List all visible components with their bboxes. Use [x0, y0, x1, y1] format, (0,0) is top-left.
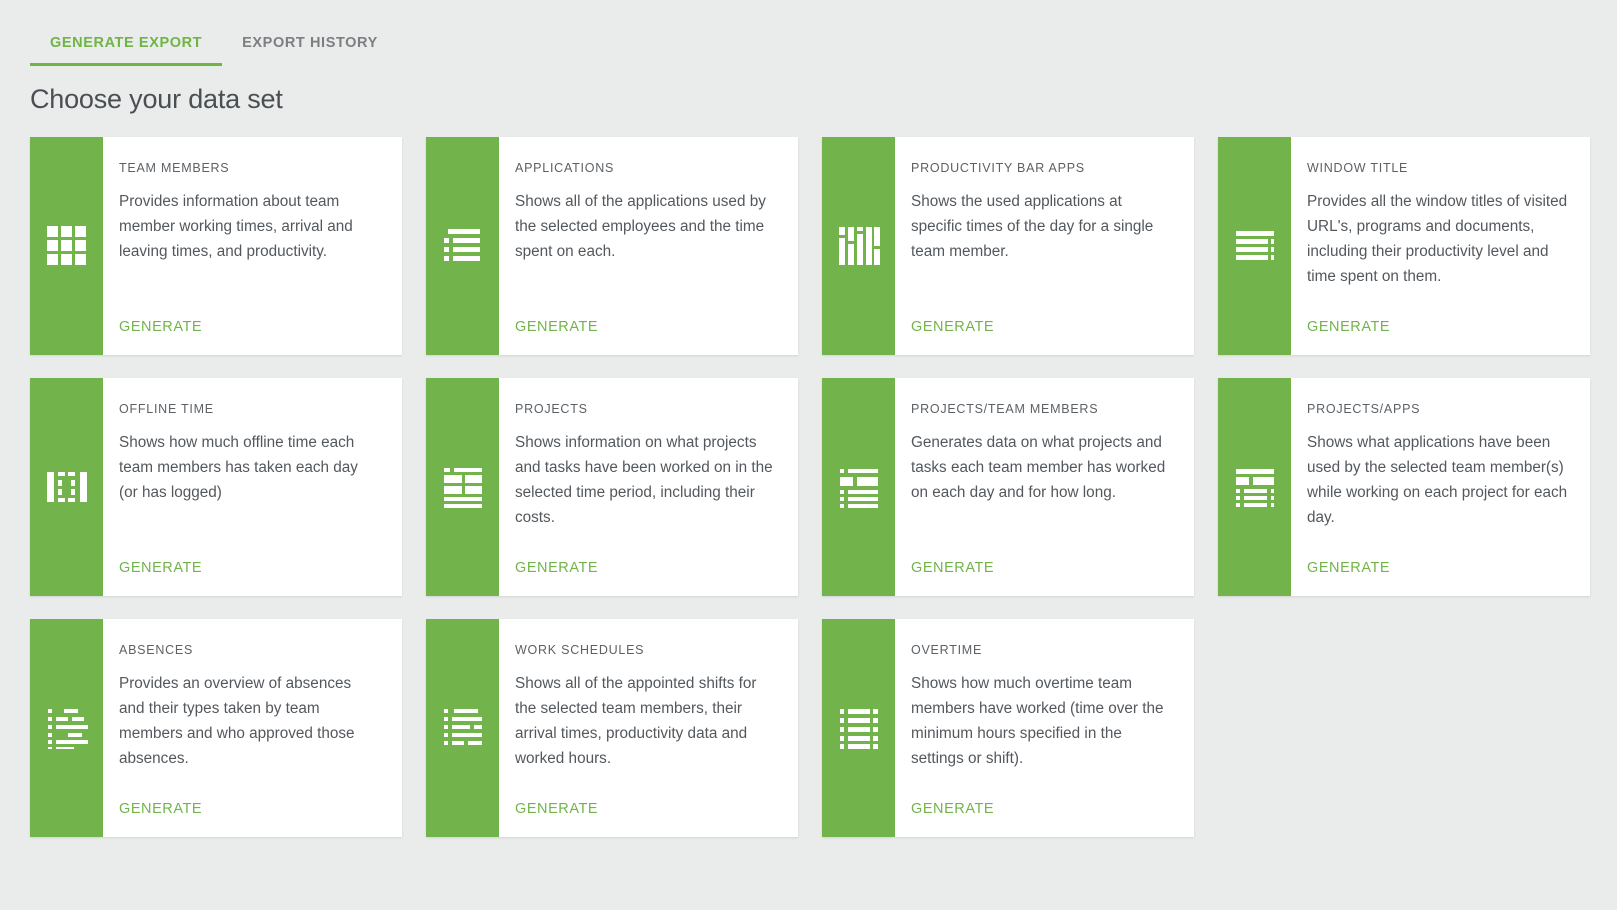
data-set-card-applications[interactable]: APPLICATIONS Shows all of the applicatio… [426, 137, 798, 355]
card-title: ABSENCES [119, 643, 194, 657]
data-set-card-grid: TEAM MEMBERS Provides information about … [30, 137, 1590, 837]
generate-button[interactable]: GENERATE [515, 801, 598, 837]
data-set-card-offline-time[interactable]: OFFLINE TIME Shows how much offline time… [30, 378, 402, 596]
card-body: PROJECTS/TEAM MEMBERS Generates data on … [895, 378, 1194, 596]
data-set-card-projects-team-members[interactable]: PROJECTS/TEAM MEMBERS Generates data on … [822, 378, 1194, 596]
card-description: Shows the used applications at specific … [911, 193, 1154, 260]
stacked-lines-icon [1234, 225, 1276, 267]
tab-bar: GENERATE EXPORT EXPORT HISTORY [0, 0, 1617, 66]
grid-3x3-icon [46, 225, 88, 267]
card-body: PROJECTS/APPS Shows what applications ha… [1291, 378, 1590, 596]
tab-generate-export[interactable]: GENERATE EXPORT [30, 35, 223, 67]
gantt-bars-icon [46, 707, 88, 749]
generate-button[interactable]: GENERATE [119, 801, 202, 837]
generate-button[interactable]: GENERATE [119, 560, 202, 596]
data-set-card-projects-apps[interactable]: PROJECTS/APPS Shows what applications ha… [1218, 378, 1590, 596]
data-set-card-absences[interactable]: ABSENCES Provides an overview of absence… [30, 619, 402, 837]
table-grid-icon [442, 466, 484, 508]
data-set-card-overtime[interactable]: OVERTIME Shows how much overtime team me… [822, 619, 1194, 837]
card-title: PROJECTS [515, 402, 588, 416]
card-icon-rail [822, 378, 895, 596]
generate-button[interactable]: GENERATE [911, 801, 994, 837]
card-description: Provides information about team member w… [119, 193, 353, 260]
data-set-card-work-schedules[interactable]: WORK SCHEDULES Shows all of the appointe… [426, 619, 798, 837]
card-body: OVERTIME Shows how much overtime team me… [895, 619, 1194, 837]
card-icon-rail [426, 619, 499, 837]
generate-button[interactable]: GENERATE [1307, 319, 1390, 355]
data-set-card-productivity-bar-apps[interactable]: PRODUCTIVITY BAR APPS Shows the used app… [822, 137, 1194, 355]
card-title: OVERTIME [911, 643, 983, 657]
card-body: OFFLINE TIME Shows how much offline time… [103, 378, 402, 596]
card-title: WORK SCHEDULES [515, 643, 645, 657]
card-icon-rail [1218, 378, 1291, 596]
card-description: Generates data on what projects and task… [911, 434, 1166, 501]
generate-button[interactable]: GENERATE [1307, 560, 1390, 596]
card-icon-rail [822, 137, 895, 355]
card-body: APPLICATIONS Shows all of the applicatio… [499, 137, 798, 355]
card-title: OFFLINE TIME [119, 402, 214, 416]
card-description: Shows how much offline time each team me… [119, 434, 358, 501]
data-set-card-projects[interactable]: PROJECTS Shows information on what proje… [426, 378, 798, 596]
list-rows-icon [442, 225, 484, 267]
tab-export-history[interactable]: EXPORT HISTORY [222, 35, 398, 67]
generate-button[interactable]: GENERATE [119, 319, 202, 355]
card-description: Shows what applications have been used b… [1307, 434, 1568, 526]
card-icon-rail [30, 137, 103, 355]
card-icon-rail [426, 137, 499, 355]
card-title: APPLICATIONS [515, 161, 615, 175]
card-body: WORK SCHEDULES Shows all of the appointe… [499, 619, 798, 837]
list-split-icon [1234, 466, 1276, 508]
card-title: TEAM MEMBERS [119, 161, 230, 175]
card-icon-rail [822, 619, 895, 837]
card-title: PRODUCTIVITY BAR APPS [911, 161, 1085, 175]
card-body: PRODUCTIVITY BAR APPS Shows the used app… [895, 137, 1194, 355]
page-title: Choose your data set [30, 84, 283, 114]
offline-gap-icon [46, 466, 88, 508]
vertical-bars-icon [838, 225, 880, 267]
card-title: PROJECTS/TEAM MEMBERS [911, 402, 1099, 416]
generate-button[interactable]: GENERATE [911, 560, 994, 596]
card-body: PROJECTS Shows information on what proje… [499, 378, 798, 596]
card-description: Shows information on what projects and t… [515, 434, 773, 526]
card-description: Shows all of the appointed shifts for th… [515, 675, 757, 767]
card-description: Provides all the window titles of visite… [1307, 193, 1568, 285]
generate-button[interactable]: GENERATE [515, 319, 598, 355]
card-icon-rail [426, 378, 499, 596]
data-set-card-window-title[interactable]: WINDOW TITLE Provides all the window tit… [1218, 137, 1590, 355]
list-header-icon [838, 466, 880, 508]
card-body: WINDOW TITLE Provides all the window tit… [1291, 137, 1590, 355]
card-description: Provides an overview of absences and the… [119, 675, 355, 767]
card-body: ABSENCES Provides an overview of absence… [103, 619, 402, 837]
card-icon-rail [30, 378, 103, 596]
overtime-rows-icon [838, 707, 880, 749]
card-body: TEAM MEMBERS Provides information about … [103, 137, 402, 355]
card-title: PROJECTS/APPS [1307, 402, 1421, 416]
generate-button[interactable]: GENERATE [911, 319, 994, 355]
card-icon-rail [30, 619, 103, 837]
schedule-rows-icon [442, 707, 484, 749]
card-icon-rail [1218, 137, 1291, 355]
card-description: Shows all of the applications used by th… [515, 193, 766, 260]
card-description: Shows how much overtime team members hav… [911, 675, 1164, 767]
card-title: WINDOW TITLE [1307, 161, 1409, 175]
generate-button[interactable]: GENERATE [515, 560, 598, 596]
data-set-card-team-members[interactable]: TEAM MEMBERS Provides information about … [30, 137, 402, 355]
